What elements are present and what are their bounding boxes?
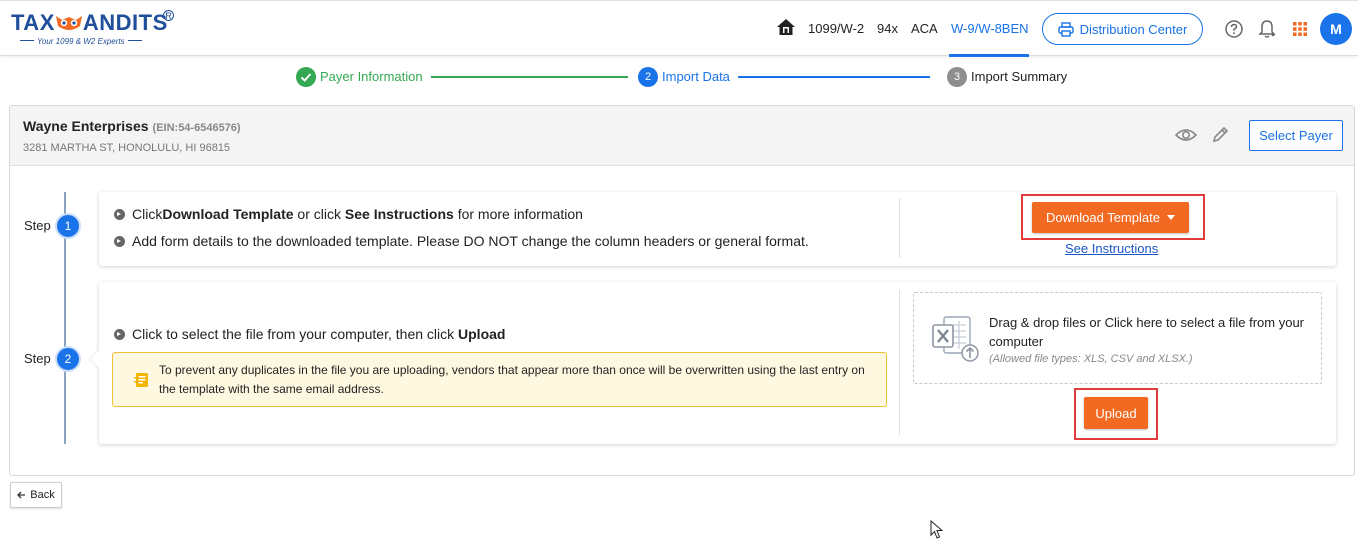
printer-icon — [1057, 21, 1074, 37]
see-instructions-link[interactable]: See Instructions — [1065, 241, 1158, 256]
logo-text-right: ANDITS — [82, 10, 168, 35]
caret-down-icon — [1166, 215, 1175, 220]
nav-1099-w2[interactable]: 1099/W-2 — [808, 21, 864, 36]
step-1-instruction-2: Add form details to the downloaded templ… — [114, 233, 809, 249]
nav-w9-w8ben[interactable]: W-9/W-8BEN — [951, 21, 1029, 36]
nav-aca[interactable]: ACA — [911, 21, 938, 36]
help-icon[interactable] — [1223, 18, 1245, 40]
excel-file-icon — [932, 316, 979, 362]
step-payer-information-label[interactable]: Payer Information — [320, 69, 423, 84]
step-1-instruction-1: Click Download Template or click See Ins… — [114, 206, 583, 222]
import-card: Wayne Enterprises (EIN:54-6546576) 3281 M… — [9, 105, 1355, 476]
distribution-center-label: Distribution Center — [1079, 21, 1188, 37]
select-payer-button[interactable]: Select Payer — [1249, 120, 1343, 151]
step-2-divider — [899, 290, 900, 435]
top-header: TAX ANDITS R Your 1099 & W2 Experts 1099/… — [0, 0, 1358, 57]
step-import-summary-label: Import Summary — [971, 69, 1068, 84]
progress-stepper: Payer Information 2 Import Data 3 Import… — [0, 64, 1358, 90]
step-1-text-e: for more information — [453, 206, 583, 222]
duplicate-warning-text: To prevent any duplicates in the file yo… — [159, 363, 865, 396]
note-icon — [134, 373, 148, 387]
duplicate-warning-notice: To prevent any duplicates in the file yo… — [112, 352, 887, 407]
step-payer-information-check-icon — [296, 67, 316, 87]
step-2-tag: Step — [24, 351, 51, 366]
payer-address: 3281 MARTHA ST, HONOLULU, HI 96815 — [23, 142, 231, 154]
mouse-cursor-icon — [930, 520, 944, 539]
taxbandits-logo[interactable]: TAX ANDITS R Your 1099 & W2 Experts — [11, 10, 181, 50]
home-icon[interactable] — [776, 17, 796, 37]
dropzone-instructions: Drag & drop files or Click here to selec… — [989, 315, 1305, 349]
step-1-panel: Click Download Template or click See Ins… — [99, 192, 1336, 266]
step-import-summary-number: 3 — [947, 67, 967, 87]
step-1-text-c: or click — [293, 206, 345, 222]
payer-summary-bar: Wayne Enterprises (EIN:54-6546576) 3281 M… — [10, 106, 1354, 166]
step-2-text-b: Upload — [458, 326, 506, 342]
owl-icon — [55, 12, 83, 30]
step-2-pointer — [90, 350, 108, 368]
eye-icon[interactable] — [1175, 126, 1197, 144]
registered-mark-icon: R — [163, 10, 174, 21]
step-connector-1 — [431, 76, 628, 78]
payer-ein: (EIN:54-6546576) — [152, 122, 241, 134]
download-template-label: Download Template — [1046, 210, 1160, 225]
file-dropzone[interactable]: Drag & drop files or Click here to selec… — [913, 292, 1322, 384]
arrow-bullet-icon — [114, 208, 125, 220]
step-2-badge: 2 — [55, 346, 81, 372]
step-import-data-number: 2 — [638, 67, 658, 87]
step-1-divider — [899, 198, 900, 258]
nav-94x[interactable]: 94x — [877, 21, 898, 36]
active-nav-indicator — [949, 54, 1029, 57]
pencil-icon[interactable] — [1210, 125, 1230, 145]
back-button[interactable]: Back — [10, 482, 62, 508]
step-connector-2 — [738, 76, 930, 78]
step-2-text-a: Click to select the file from your compu… — [132, 326, 459, 342]
bell-icon[interactable] — [1256, 18, 1278, 40]
step-1-text-d: See Instructions — [344, 206, 454, 222]
step-1-text-b: Download Template — [162, 206, 294, 222]
allowed-file-types: (Allowed file types: XLS, CSV and XLSX.) — [989, 353, 1193, 365]
step-2-panel: Click to select the file from your compu… — [90, 282, 1336, 444]
step-1-badge: 1 — [55, 213, 81, 239]
payer-name-line: Wayne Enterprises (EIN:54-6546576) — [23, 118, 241, 134]
logo-text-left: TAX — [11, 10, 55, 35]
step-1-text-line2: Add form details to the downloaded templ… — [132, 233, 809, 249]
step-2-instruction: Click to select the file from your compu… — [114, 326, 505, 342]
download-template-button[interactable]: Download Template — [1032, 202, 1189, 233]
upload-button[interactable]: Upload — [1084, 397, 1148, 429]
logo-tagline: Your 1099 & W2 Experts — [17, 37, 145, 46]
step-1-tag: Step — [24, 218, 51, 233]
apps-grid-icon[interactable] — [1289, 18, 1311, 40]
payer-name: Wayne Enterprises — [23, 118, 149, 134]
arrow-bullet-icon — [114, 235, 125, 247]
user-avatar[interactable]: M — [1320, 13, 1352, 45]
back-label: Back — [30, 489, 55, 501]
step-import-data-label: Import Data — [662, 69, 730, 84]
logo-wordmark: TAX ANDITS — [11, 10, 168, 36]
arrow-left-icon — [17, 491, 26, 499]
arrow-bullet-icon — [114, 328, 125, 340]
distribution-center-button[interactable]: Distribution Center — [1042, 13, 1203, 45]
step-1-text-a: Click — [132, 206, 163, 222]
